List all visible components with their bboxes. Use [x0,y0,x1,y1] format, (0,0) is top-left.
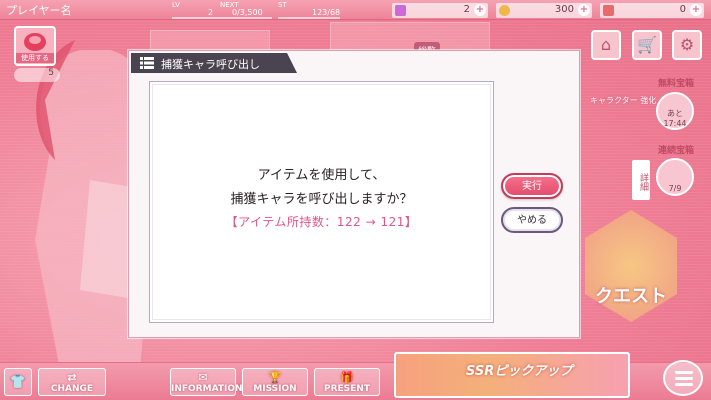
present-label: PRESENT [324,384,370,394]
capture-item-icon [24,33,46,51]
ticket-counter: 0 + [600,3,704,18]
information-label: INFORMATION [171,384,243,394]
settings-button[interactable]: ⚙ [672,30,702,60]
level-label: LV [172,1,180,9]
dialog-message-panel: アイテムを使用して、 捕獲キャラを呼び出しますか？ 【アイテム所持数：122 →… [149,81,494,323]
ticket-icon [603,5,614,16]
gem-counter: 2 + [392,3,488,18]
menu-icon [675,371,693,374]
item-count-change: 【アイテム所持数：122 → 121】 [225,215,418,229]
stamina-bar [278,17,340,19]
list-icon [140,57,154,69]
cancel-button[interactable]: やめる [501,207,563,233]
stamina-value: 123/68 [312,8,341,17]
use-item-button[interactable]: 使用する [14,26,56,66]
free-chest-timer: 17:44 [663,119,687,128]
change-button[interactable]: ⇄ CHANGE [38,368,106,396]
dialog-header: 捕獲キャラ呼び出し [131,53,297,73]
home-icon: ⌂ [600,35,612,54]
banner-text: SSRピックアップ [466,364,573,379]
level-value: 2 [208,8,214,17]
swap-icon: ⇄ [67,371,77,384]
use-item-count: 5 [14,68,60,82]
home-button[interactable]: ⌂ [591,30,621,60]
coin-icon [499,5,510,16]
detail-button[interactable]: 詳細 [632,160,650,200]
coin-counter: 300 + [496,3,592,18]
summon-dialog: 捕獲キャラ呼び出し アイテムを使用して、 捕獲キャラを呼び出しますか？ 【アイテ… [128,50,580,338]
add-tickets-button[interactable]: + [690,4,702,16]
detail-label: 詳細 [638,173,648,191]
quest-label: クエスト [595,286,667,307]
message-line-1: アイテムを使用して、 [257,168,386,183]
mail-icon: ✉ [198,371,208,384]
use-item-label: 使用する [16,53,54,63]
message-line-2: 捕獲キャラを呼び出しますか？ [230,192,413,207]
free-chest-label: 無料宝箱 [658,79,695,89]
shop-button[interactable]: 🛒 [632,30,662,60]
cart-icon: 🛒 [637,35,657,54]
add-gems-button[interactable]: + [474,4,486,16]
free-chest-remaining: あと [667,109,683,118]
add-coins-button[interactable]: + [578,4,590,16]
next-value: 0/3,500 [232,8,263,17]
trophy-icon: 🏆 [268,371,282,384]
gem-count: 2 [463,4,470,15]
shirt-icon: 👕 [9,375,27,390]
gear-icon: ⚙ [679,35,695,54]
stamina-label: ST [278,1,287,9]
change-label: CHANGE [50,384,94,394]
status-bar: プレイヤー名 LV 2 NEXT 0/3,500 ST 123/68 2 + 3… [0,0,711,20]
execute-button[interactable]: 実行 [501,173,563,199]
ticket-count: 0 [679,4,686,15]
streak-chest-label: 連続宝箱 [658,146,695,156]
gift-icon: 🎁 [340,371,354,384]
gem-icon [395,5,406,16]
streak-chest-button[interactable]: 7/9 [656,158,694,196]
main-menu-button[interactable] [663,360,703,396]
player-name[interactable]: プレイヤー名 [6,2,72,18]
exp-bar [172,17,272,19]
free-chest-button[interactable]: あと 17:44 [656,92,694,130]
streak-chest-progress: 7/9 [668,184,682,193]
mission-label: MISSION [253,384,297,394]
dialog-title: 捕獲キャラ呼び出し [161,58,260,71]
character-enhance-button[interactable]: キャラクター 強化 [590,95,656,106]
information-button[interactable]: ✉ INFORMATION [170,368,243,396]
wardrobe-button[interactable]: 👕 [4,368,32,396]
ssr-pickup-banner[interactable]: SSRピックアップ [394,352,630,398]
use-item-count-value: 5 [48,68,54,78]
mission-button[interactable]: 🏆 MISSION [242,368,308,396]
coin-count: 300 [554,4,574,15]
present-button[interactable]: 🎁 PRESENT [314,368,380,396]
